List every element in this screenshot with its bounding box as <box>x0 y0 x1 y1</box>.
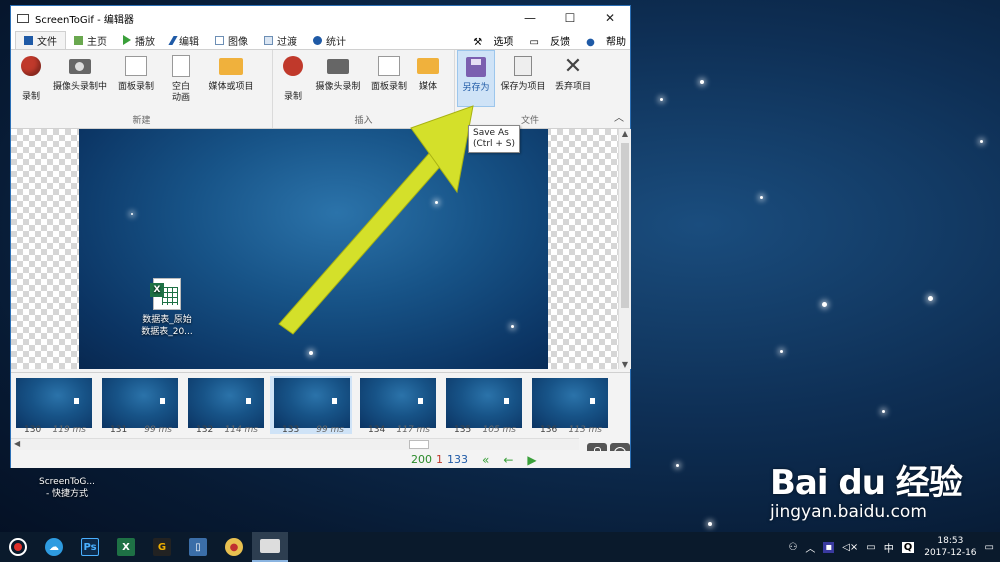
system-tray: ⚇ ︿ ▪ ◁× ▭ 中 Q 18:53 2017-12-16 ▭ <box>780 535 1000 559</box>
thumbnail-image <box>188 378 264 428</box>
previous-frame-icon[interactable]: ← <box>503 453 527 467</box>
editor-window: ScreenToGif - 编辑器 — ☐ ✕ 文件 主页 播放 编辑 图像 过… <box>10 5 631 468</box>
photoshop-icon: Ps <box>81 538 99 556</box>
star <box>309 351 313 355</box>
star <box>660 98 663 101</box>
taskbar-book[interactable]: ▯ <box>180 532 216 562</box>
frame-number: 136 <box>540 425 558 435</box>
taskbar-screentogif[interactable] <box>252 532 288 562</box>
frame-number: 135 <box>454 425 472 435</box>
taskbar-recorder[interactable] <box>0 532 36 562</box>
shortcut-label-line1: ScreenToG... <box>39 477 95 487</box>
frame-number: 130 <box>24 425 42 435</box>
star <box>822 302 827 307</box>
network-icon[interactable]: ▭ <box>866 542 875 553</box>
frame-delay: 105 ms <box>482 425 517 435</box>
star <box>760 196 763 199</box>
frame-navigation: «←▶ <box>482 453 551 467</box>
frame-delay: 117 ms <box>396 425 431 435</box>
scroll-down-icon[interactable]: ▼ <box>619 360 631 369</box>
frame-number: 134 <box>368 425 386 435</box>
frame-delay: 119 ms <box>52 425 87 435</box>
notification-icon[interactable]: ▭ <box>985 542 994 553</box>
system-clock[interactable]: 18:53 2017-12-16 <box>924 535 976 559</box>
frame-thumbnail[interactable]: 134 117 ms <box>356 376 438 435</box>
taskbar-paint[interactable]: ● <box>216 532 252 562</box>
current-frame: 133 <box>447 453 468 466</box>
frame-delay: 113 ms <box>568 425 603 435</box>
cloud-icon: ☁ <box>45 538 63 556</box>
book-icon: ▯ <box>189 538 207 556</box>
taskbar-cloud[interactable]: ☁ <box>36 532 72 562</box>
people-icon[interactable]: ⚇ <box>788 542 797 553</box>
frame-thumbnail[interactable]: 132 114 ms <box>184 376 266 435</box>
annotation-arrow <box>278 105 474 335</box>
frame-delay: 114 ms <box>224 425 259 435</box>
frame-counts: 200 1 133 <box>411 453 468 466</box>
palette-icon: ● <box>225 538 243 556</box>
excel-icon: X <box>117 538 135 556</box>
frame-number: 133 <box>282 425 300 435</box>
arrow-shaft <box>278 141 454 335</box>
star <box>676 464 679 467</box>
g-app-icon: G <box>153 538 171 556</box>
scroll-thumb[interactable] <box>409 440 429 449</box>
thumbnail-image <box>16 378 92 428</box>
taskbar-app-g[interactable]: G <box>144 532 180 562</box>
frame-thumbnail-strip: 130 119 ms 131 99 ms 132 114 ms 133 99 ms 13… <box>11 372 630 436</box>
taskbar-photoshop[interactable]: Ps <box>72 532 108 562</box>
tooltip-line2: (Ctrl + S) <box>473 139 516 149</box>
input-language[interactable]: 中 <box>884 540 894 555</box>
star <box>980 140 983 143</box>
thumbnail-image <box>102 378 178 428</box>
watermark-url: jingyan.baidu.com <box>770 502 927 522</box>
status-bar: 200 1 133 «←▶ <box>11 451 630 468</box>
screentogif-icon <box>260 539 280 553</box>
total-frames: 200 <box>411 453 432 466</box>
thumbnail-image <box>532 378 608 428</box>
watermark-brand: Bai du 经验 <box>770 463 963 503</box>
tray-q-icon[interactable]: Q <box>901 541 915 553</box>
thumbnail-image <box>360 378 436 428</box>
tray-app-icon[interactable]: ▪ <box>823 541 835 553</box>
play-frame-icon[interactable]: ▶ <box>527 453 550 467</box>
star <box>928 296 933 301</box>
star <box>780 350 783 353</box>
frame-thumbnail-selected[interactable]: 133 99 ms <box>270 376 352 435</box>
frame-number: 131 <box>110 425 128 435</box>
first-frame-icon[interactable]: « <box>482 453 503 467</box>
frame-delay: 99 ms <box>316 425 344 435</box>
thumbnail-image <box>274 378 350 428</box>
clock-time: 18:53 <box>937 536 964 546</box>
save-as-tooltip: Save As (Ctrl + S) <box>468 125 521 153</box>
tooltip-line1: Save As <box>473 128 509 138</box>
volume-muted-icon[interactable]: ◁× <box>842 542 858 553</box>
frame-thumbnail[interactable]: 131 99 ms <box>98 376 180 435</box>
star <box>700 80 704 84</box>
frame-number: 132 <box>196 425 214 435</box>
frame-delay: 99 ms <box>144 425 172 435</box>
frame-thumbnail[interactable]: 135 105 ms <box>442 376 524 435</box>
record-circle-icon <box>9 538 27 556</box>
selected-frames: 1 <box>436 453 443 466</box>
taskbar-excel[interactable]: X <box>108 532 144 562</box>
baidu-watermark: Bai du 经验 jingyan.baidu.com <box>770 455 963 522</box>
thumbnail-image <box>446 378 522 428</box>
scroll-left-icon[interactable]: ◀ <box>14 439 20 448</box>
shortcut-label-line2: - 快捷方式 <box>45 489 89 499</box>
star <box>882 410 885 413</box>
frame-thumbnail[interactable]: 136 113 ms <box>528 376 610 435</box>
clock-date: 2017-12-16 <box>924 548 977 558</box>
chevron-up-icon[interactable]: ︿ <box>805 540 815 555</box>
frame-thumbnail[interactable]: 130 119 ms <box>12 376 94 435</box>
thumbnail-horizontal-scrollbar[interactable]: ◀ <box>11 438 579 450</box>
taskbar: ☁ Ps X G ▯ ● ⚇ ︿ ▪ ◁× ▭ 中 Q 18:53 2017-1… <box>0 532 1000 562</box>
star <box>708 522 712 526</box>
